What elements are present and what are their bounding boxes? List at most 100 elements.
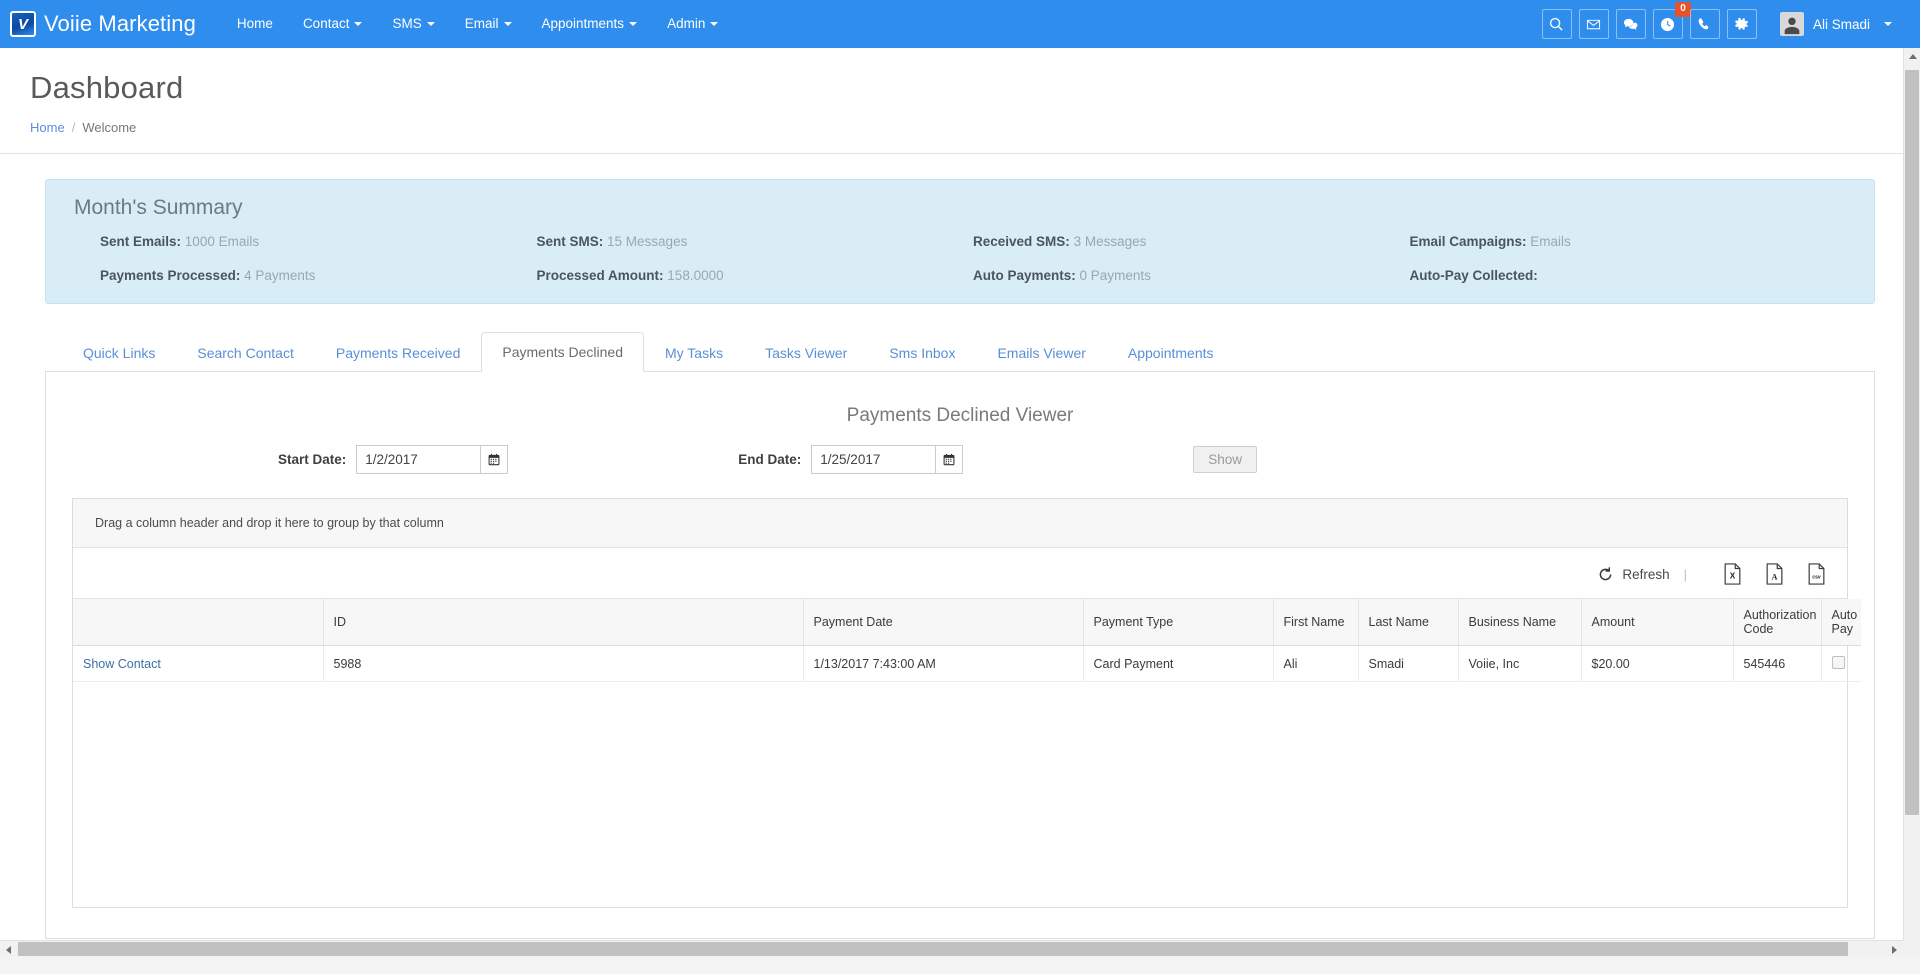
group-by-dropzone[interactable]: Drag a column header and drop it here to… <box>73 499 1847 548</box>
tab-payments-declined[interactable]: Payments Declined <box>481 332 644 372</box>
col-payment-date[interactable]: Payment Date <box>803 599 1084 646</box>
nav-item-sms[interactable]: SMS <box>377 0 449 48</box>
phone-icon[interactable] <box>1689 9 1720 39</box>
vertical-scrollbar[interactable] <box>1903 48 1920 974</box>
tab-sms-inbox[interactable]: Sms Inbox <box>868 333 976 372</box>
nav-item-email[interactable]: Email <box>450 0 527 48</box>
toolbar-separator: | <box>1683 566 1687 582</box>
notification-badge: 0 <box>1674 2 1691 17</box>
nav-item-home[interactable]: Home <box>222 0 288 48</box>
start-date-group: Start Date: <box>278 445 509 474</box>
nav-label: Admin <box>667 16 706 31</box>
start-date-input[interactable] <box>356 445 481 474</box>
stat-sent-sms: Sent SMS: 15 Messages <box>537 234 974 249</box>
stat-label: Email Campaigns: <box>1409 234 1527 249</box>
col-actions[interactable] <box>73 599 324 646</box>
chevron-down-icon <box>503 22 512 27</box>
auto-pay-checkbox[interactable] <box>1831 655 1845 669</box>
tab-my-tasks[interactable]: My Tasks <box>644 333 744 372</box>
months-summary-panel: Month's Summary Sent Emails: 1000 Emails… <box>45 179 1875 304</box>
show-contact-link[interactable]: Show Contact <box>83 657 161 671</box>
start-date-wrapper <box>356 445 509 474</box>
stat-value: Emails <box>1530 234 1571 249</box>
page-header: Dashboard Home / Welcome <box>0 48 1920 153</box>
comments-icon[interactable] <box>1615 9 1646 39</box>
table-row: Show Contact 5988 1/13/2017 7:43:00 AM C… <box>73 645 1861 682</box>
nav-item-appointments[interactable]: Appointments <box>527 0 653 48</box>
user-name: Ali Smadi <box>1812 16 1870 32</box>
col-amount[interactable]: Amount <box>1581 599 1734 646</box>
chevron-down-icon <box>354 22 363 27</box>
stat-label: Payments Processed: <box>100 268 241 283</box>
cell-amount: $20.00 <box>1581 645 1734 682</box>
stat-value: 15 Messages <box>607 234 688 249</box>
refresh-label: Refresh <box>1622 566 1670 582</box>
cell-payment-date: 1/13/2017 7:43:00 AM <box>803 645 1084 682</box>
tab-payments-received[interactable]: Payments Received <box>315 333 482 372</box>
grid-toolbar: Refresh | X A csv <box>73 548 1847 599</box>
chevron-down-icon <box>1884 22 1892 26</box>
col-business-name[interactable]: Business Name <box>1458 599 1582 646</box>
breadcrumb: Home / Welcome <box>30 120 1890 153</box>
show-button[interactable]: Show <box>1193 446 1258 473</box>
vertical-scroll-thumb[interactable] <box>1905 70 1919 815</box>
csv-export-icon[interactable]: csv <box>1805 562 1827 586</box>
nav-item-admin[interactable]: Admin <box>652 0 733 48</box>
col-first-name[interactable]: First Name <box>1273 599 1359 646</box>
stat-label: Auto-Pay Collected: <box>1409 268 1538 283</box>
stat-value: 0 Payments <box>1079 268 1151 283</box>
user-menu[interactable]: Ali Smadi <box>1779 0 1896 48</box>
summary-stats: Sent Emails: 1000 Emails Sent SMS: 15 Me… <box>74 234 1846 283</box>
cell-authorization-code: 545446 <box>1733 645 1822 682</box>
end-date-calendar-icon[interactable] <box>935 445 964 474</box>
end-date-label: End Date: <box>738 452 802 467</box>
bottom-strip <box>0 957 1920 974</box>
breadcrumb-separator: / <box>71 120 76 135</box>
svg-text:X: X <box>1729 572 1735 581</box>
nav-label: SMS <box>392 16 422 31</box>
horizontal-scroll-thumb[interactable] <box>18 942 1848 956</box>
cell-payment-type: Card Payment <box>1083 645 1274 682</box>
tab-quick-links[interactable]: Quick Links <box>62 333 176 372</box>
svg-text:csv: csv <box>1812 575 1821 581</box>
scroll-up-arrow-icon[interactable] <box>1904 48 1920 65</box>
end-date-group: End Date: <box>738 445 964 474</box>
col-last-name[interactable]: Last Name <box>1358 599 1459 646</box>
start-date-calendar-icon[interactable] <box>480 445 509 474</box>
payments-declined-panel: Payments Declined Viewer Start Date: End… <box>45 372 1875 939</box>
nav-item-contact[interactable]: Contact <box>288 0 378 48</box>
search-icon[interactable] <box>1541 9 1572 39</box>
envelope-icon[interactable] <box>1578 9 1609 39</box>
stat-value: 3 Messages <box>1073 234 1147 249</box>
horizontal-scrollbar[interactable] <box>0 940 1903 957</box>
nav-label: Appointments <box>541 16 625 31</box>
tab-emails-viewer[interactable]: Emails Viewer <box>976 333 1106 372</box>
excel-export-icon[interactable]: X <box>1721 562 1743 586</box>
tab-appointments[interactable]: Appointments <box>1107 333 1235 372</box>
clock-icon[interactable]: 0 <box>1652 2 1691 39</box>
gear-icon[interactable] <box>1726 9 1757 39</box>
scroll-right-arrow-icon[interactable] <box>1886 941 1903 958</box>
refresh-button[interactable]: Refresh <box>1597 566 1670 583</box>
brand-name: Voiie Marketing <box>44 11 196 36</box>
col-auto-pay[interactable]: Auto Pay <box>1821 599 1861 646</box>
table-header-row: ID Payment Date Payment Type First Name … <box>73 599 1861 646</box>
viewer-title: Payments Declined Viewer <box>846 405 1074 426</box>
date-filter-row: Start Date: End Date: <box>72 445 1848 474</box>
cell-auto-pay <box>1821 645 1861 682</box>
breadcrumb-home[interactable]: Home <box>30 120 65 135</box>
col-id[interactable]: ID <box>323 599 804 646</box>
stat-auto-payments: Auto Payments: 0 Payments <box>973 268 1410 283</box>
pdf-export-icon[interactable]: A <box>1763 562 1785 586</box>
scroll-left-arrow-icon[interactable] <box>0 941 17 958</box>
tab-search-contact[interactable]: Search Contact <box>176 333 315 372</box>
col-payment-type[interactable]: Payment Type <box>1083 599 1274 646</box>
grid-empty-area <box>73 682 1847 907</box>
brand-logo-link[interactable]: V Voiie Marketing <box>10 11 222 37</box>
breadcrumb-current: Welcome <box>82 120 137 135</box>
end-date-input[interactable] <box>811 445 936 474</box>
stat-processed-amount: Processed Amount: 158.0000 <box>537 268 974 283</box>
col-authorization-code[interactable]: Authorization Code <box>1733 599 1822 646</box>
chevron-down-icon <box>426 22 435 27</box>
tab-tasks-viewer[interactable]: Tasks Viewer <box>744 333 868 372</box>
